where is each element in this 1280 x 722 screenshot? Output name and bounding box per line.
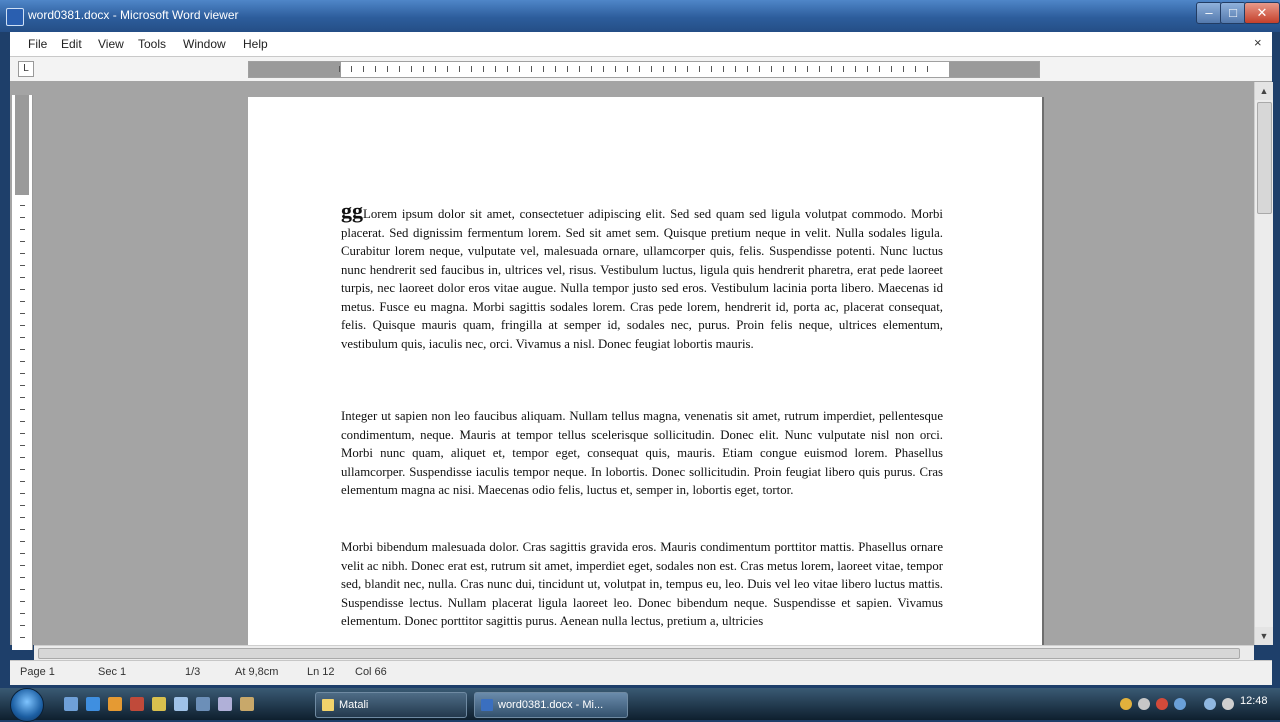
taskbar-button-folder[interactable]: Matali — [315, 692, 467, 718]
scroll-up-icon[interactable]: ▲ — [1255, 82, 1273, 100]
status-at: At 9,8cm — [235, 666, 279, 678]
ruler-right-margin — [949, 62, 1039, 77]
folder-icon[interactable] — [152, 697, 166, 711]
tab-selector-icon[interactable]: L — [18, 61, 34, 77]
menu-help[interactable]: Help — [243, 37, 268, 51]
status-bar: Page 1 Sec 1 1/3 At 9,8cm Ln 12 Col 66 — [10, 660, 1272, 685]
tray-icon[interactable] — [1138, 698, 1150, 710]
vertical-scrollbar[interactable]: ▲ ▼ — [1254, 82, 1273, 645]
window-title: word0381.docx - Microsoft Word viewer — [28, 8, 239, 22]
document-close-icon[interactable]: × — [1254, 35, 1262, 50]
document-page[interactable]: ggLorem ipsum dolor sit amet, consectetu… — [248, 97, 1042, 657]
word-viewer-app-icon[interactable] — [6, 8, 24, 26]
vertical-ruler[interactable] — [12, 95, 33, 650]
menu-bar: File Edit View Tools Window Help × — [10, 32, 1272, 57]
vertical-ruler-top-margin — [15, 95, 29, 195]
menu-window[interactable]: Window — [183, 37, 226, 51]
taskbar: Matali word0381.docx - Mi... 12:48 — [0, 688, 1280, 722]
paragraph: ggLorem ipsum dolor sit amet, consectetu… — [341, 200, 943, 353]
firefox-icon[interactable] — [108, 697, 122, 711]
status-column: Col 66 — [355, 666, 387, 678]
status-page: Page 1 — [20, 666, 55, 678]
status-line: Ln 12 — [307, 666, 335, 678]
folder-icon — [322, 699, 334, 712]
horizontal-scroll-thumb[interactable] — [38, 648, 1240, 659]
vertical-scroll-thumb[interactable] — [1257, 102, 1272, 214]
maximize-button[interactable]: □ — [1220, 2, 1246, 24]
paragraph-text: Lorem ipsum dolor sit amet, consectetuer… — [341, 207, 943, 351]
volume-icon[interactable] — [1222, 698, 1234, 710]
menu-edit[interactable]: Edit — [61, 37, 82, 51]
tray-icon[interactable] — [1156, 698, 1168, 710]
menu-tools[interactable]: Tools — [138, 37, 166, 51]
scroll-down-icon[interactable]: ▼ — [1255, 627, 1273, 645]
ruler-ticks — [339, 66, 939, 72]
app-shortcut-icon[interactable] — [174, 697, 188, 711]
ruler-row: L — [10, 57, 1272, 82]
taskbar-button-word-viewer[interactable]: word0381.docx - Mi... — [474, 692, 628, 718]
paragraph: Integer ut sapien non leo faucibus aliqu… — [341, 409, 943, 497]
taskbar-button-label: Matali — [339, 699, 369, 711]
media-player-icon[interactable] — [130, 697, 144, 711]
app-shortcut-icon[interactable] — [240, 697, 254, 711]
ruler-left-margin — [249, 62, 341, 77]
minimize-button[interactable]: – — [1196, 2, 1222, 24]
status-page-count: 1/3 — [185, 666, 201, 678]
app-shortcut-icon[interactable] — [218, 697, 232, 711]
paragraph: Morbi bibendum malesuada dolor. Cras sag… — [341, 540, 943, 628]
word-doc-icon — [481, 699, 493, 712]
menu-file[interactable]: File — [28, 37, 47, 51]
clock[interactable]: 12:48 — [1240, 695, 1268, 707]
app-shortcut-icon[interactable] — [196, 697, 210, 711]
tray-icon[interactable] — [1120, 698, 1132, 710]
close-button[interactable]: ✕ — [1244, 2, 1280, 24]
horizontal-ruler[interactable] — [248, 61, 1040, 78]
title-bar[interactable]: word0381.docx - Microsoft Word viewer – … — [0, 0, 1280, 32]
start-button[interactable] — [10, 688, 44, 722]
horizontal-scrollbar[interactable] — [34, 645, 1254, 660]
vertical-ruler-ticks — [20, 205, 25, 645]
show-desktop-icon[interactable] — [64, 697, 78, 711]
tray-icon[interactable] — [1174, 698, 1186, 710]
taskbar-button-label: word0381.docx - Mi... — [498, 699, 604, 711]
dropcap: gg — [341, 198, 363, 223]
menu-view[interactable]: View — [98, 37, 124, 51]
status-section: Sec 1 — [98, 666, 127, 678]
network-icon[interactable] — [1204, 698, 1216, 710]
internet-explorer-icon[interactable] — [86, 697, 100, 711]
